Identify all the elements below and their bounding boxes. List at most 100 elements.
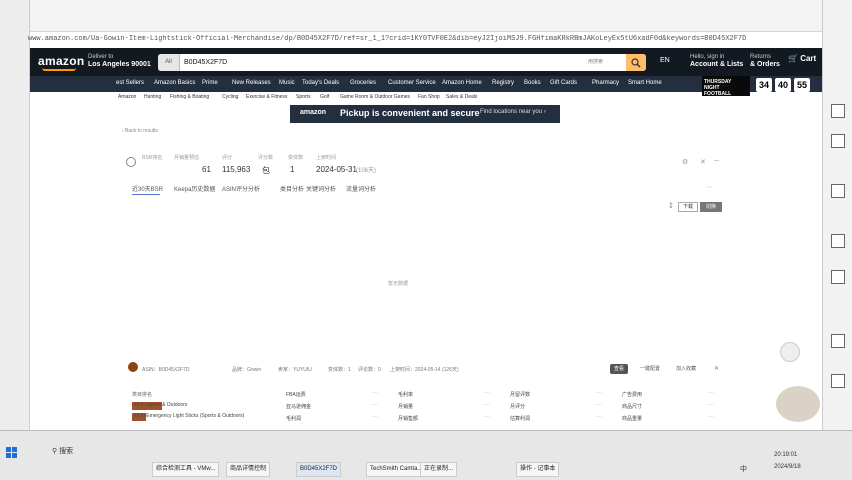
- taskbar-app[interactable]: 操作 - 记事本: [516, 462, 560, 477]
- view-button[interactable]: 查看: [610, 364, 628, 374]
- pickup-banner[interactable]: amazon Pickup is convenient and secure F…: [290, 105, 560, 123]
- ellipsis-icon: ···: [372, 414, 378, 420]
- amazon-logo[interactable]: amazon: [38, 54, 84, 68]
- returns-line2: & Orders: [750, 61, 780, 68]
- search-category-select[interactable]: All: [158, 54, 180, 71]
- nav-item[interactable]: est Sellers: [116, 80, 144, 86]
- cat-item[interactable]: Sales & Deals: [446, 94, 477, 100]
- nav-item[interactable]: Prime: [202, 80, 218, 86]
- deliver-label: Deliver to: [88, 54, 114, 60]
- taskbar-app[interactable]: TechSmith Camta...: [366, 462, 427, 477]
- taskbar-app[interactable]: 正在录制...: [420, 462, 458, 477]
- cat-item[interactable]: Exercise & Fitness: [246, 94, 287, 100]
- nav-item[interactable]: Registry: [492, 80, 514, 86]
- cat-item[interactable]: Hunting: [144, 94, 161, 100]
- clock-time: 20:19:01: [774, 452, 798, 458]
- language-select[interactable]: EN: [660, 57, 670, 64]
- taskbar-app-active[interactable]: B0D45X2F7D: [296, 462, 342, 477]
- taskbar-search[interactable]: ⚲ 搜索: [52, 446, 73, 456]
- tab-traffic[interactable]: 流量词分析: [346, 184, 376, 193]
- tab-keyword[interactable]: 关键词分析: [306, 184, 336, 193]
- ellipsis-icon: ···: [596, 402, 602, 408]
- category-rank[interactable]: #1 in Emergency Light Sticks (Sports & O…: [134, 413, 244, 419]
- refresh-icon[interactable]: [126, 157, 136, 167]
- back-to-results-link[interactable]: ‹ Back to results: [122, 128, 158, 134]
- nav-item[interactable]: Amazon Basics: [154, 80, 195, 86]
- active-tab-indicator: [132, 194, 160, 195]
- nav-item[interactable]: Gift Cards: [550, 80, 577, 86]
- nav-item[interactable]: Customer Service: [388, 80, 436, 86]
- deliver-to[interactable]: Deliver to Los Angeles 90001: [88, 53, 151, 69]
- window-thumb-5[interactable]: [831, 270, 845, 284]
- cat-item[interactable]: Golf: [320, 94, 329, 100]
- cat-item[interactable]: Amazon: [118, 94, 136, 100]
- window-thumb-1[interactable]: [831, 104, 845, 118]
- close-icon[interactable]: ✕: [714, 365, 719, 372]
- nav-item[interactable]: Books: [524, 80, 541, 86]
- close-icon[interactable]: ✕: [700, 158, 706, 166]
- left-sidebar: [0, 0, 30, 430]
- category-rank[interactable]: #1 in Sports & Outdoors: [134, 402, 187, 408]
- promo-tile[interactable]: THURSDAY NIGHT FOOTBALL: [702, 76, 750, 97]
- download-icon[interactable]: ↧: [668, 202, 674, 210]
- export-button[interactable]: 下载: [678, 202, 698, 212]
- taskbar-search-label: 搜索: [59, 448, 74, 455]
- ellipsis-icon: ···: [372, 390, 378, 396]
- cat-item[interactable]: Fan Shop: [418, 94, 440, 100]
- nav-item[interactable]: Pharmacy: [592, 80, 619, 86]
- info-launch: 上架时间：2024-05-14 (126天): [390, 367, 459, 373]
- cart-icon: 🛒: [788, 54, 798, 63]
- ime-indicator[interactable]: 中: [740, 464, 747, 474]
- assistant-icon[interactable]: [780, 342, 800, 362]
- tab-category[interactable]: 类目分析: [280, 184, 304, 193]
- cat-item[interactable]: Game Room & Outdoor Games: [340, 94, 410, 100]
- tab-keepa[interactable]: Keepa历史数据: [174, 184, 215, 193]
- deliver-location: Los Angeles 90001: [88, 61, 151, 68]
- eagle-avatar[interactable]: [776, 386, 820, 422]
- returns-orders[interactable]: Returns & Orders: [750, 53, 780, 69]
- cat-item[interactable]: Fishing & Boating: [170, 94, 209, 100]
- config-button[interactable]: 一键配置: [634, 364, 666, 374]
- favorite-button[interactable]: 加入收藏: [670, 364, 702, 374]
- ellipsis-icon: ···: [484, 402, 490, 408]
- ellipsis-icon: ···: [708, 390, 714, 396]
- search-button[interactable]: [626, 54, 646, 71]
- clock-date: 2024/9/18: [774, 464, 801, 470]
- nav-item[interactable]: Today's Deals: [302, 80, 339, 86]
- returns-line1: Returns: [750, 54, 772, 60]
- nav-item[interactable]: Amazon Home: [442, 80, 482, 86]
- amazon-smile-icon: [42, 68, 76, 71]
- window-thumb-2[interactable]: [831, 134, 845, 148]
- more-icon[interactable]: ⋯: [706, 184, 712, 191]
- stat-label: 评分数: [258, 155, 274, 161]
- empty-state: 暂无数据: [388, 281, 409, 287]
- cat-item[interactable]: Sports: [296, 94, 310, 100]
- settings-icon[interactable]: ⚙: [682, 158, 688, 166]
- nav-item[interactable]: Smart Home: [628, 80, 662, 86]
- cat-item[interactable]: Cycling: [222, 94, 238, 100]
- nav-item[interactable]: Groceries: [350, 80, 376, 86]
- address-bar[interactable]: www.amazon.com/Ua-Gowin-Item-Lightstick-…: [28, 35, 818, 47]
- toggle-button[interactable]: 切换: [700, 202, 722, 212]
- banner-link[interactable]: Find locations near you ›: [480, 109, 546, 115]
- account-menu[interactable]: Hello, sign in Account & Lists: [690, 53, 743, 69]
- minimize-icon[interactable]: ─: [714, 158, 719, 165]
- info-variants: 变体数：1: [328, 367, 351, 373]
- tab-bsr[interactable]: 近30天BSR: [132, 184, 163, 193]
- window-thumb-7[interactable]: [831, 374, 845, 388]
- nav-item[interactable]: Music: [279, 80, 295, 86]
- signin-line1: Hello, sign in: [690, 54, 725, 60]
- taskbar-app[interactable]: 商品详情控制: [226, 462, 271, 477]
- right-sidebar: [822, 0, 852, 430]
- browser-chrome: [0, 0, 852, 32]
- window-thumb-6[interactable]: [831, 334, 845, 348]
- window-thumb-3[interactable]: [831, 184, 845, 198]
- product-thumb[interactable]: [128, 362, 138, 372]
- search-input[interactable]: B0D45X2F7D: [184, 54, 604, 71]
- tab-rating[interactable]: ASIN评分分析: [222, 184, 260, 193]
- window-thumb-4[interactable]: [831, 234, 845, 248]
- nav-item[interactable]: New Releases: [232, 80, 271, 86]
- cart-button[interactable]: 🛒 Cart: [788, 54, 816, 63]
- taskbar-app[interactable]: 综合检测工具 - VMw...: [152, 462, 220, 477]
- windows-start-icon[interactable]: [6, 446, 18, 458]
